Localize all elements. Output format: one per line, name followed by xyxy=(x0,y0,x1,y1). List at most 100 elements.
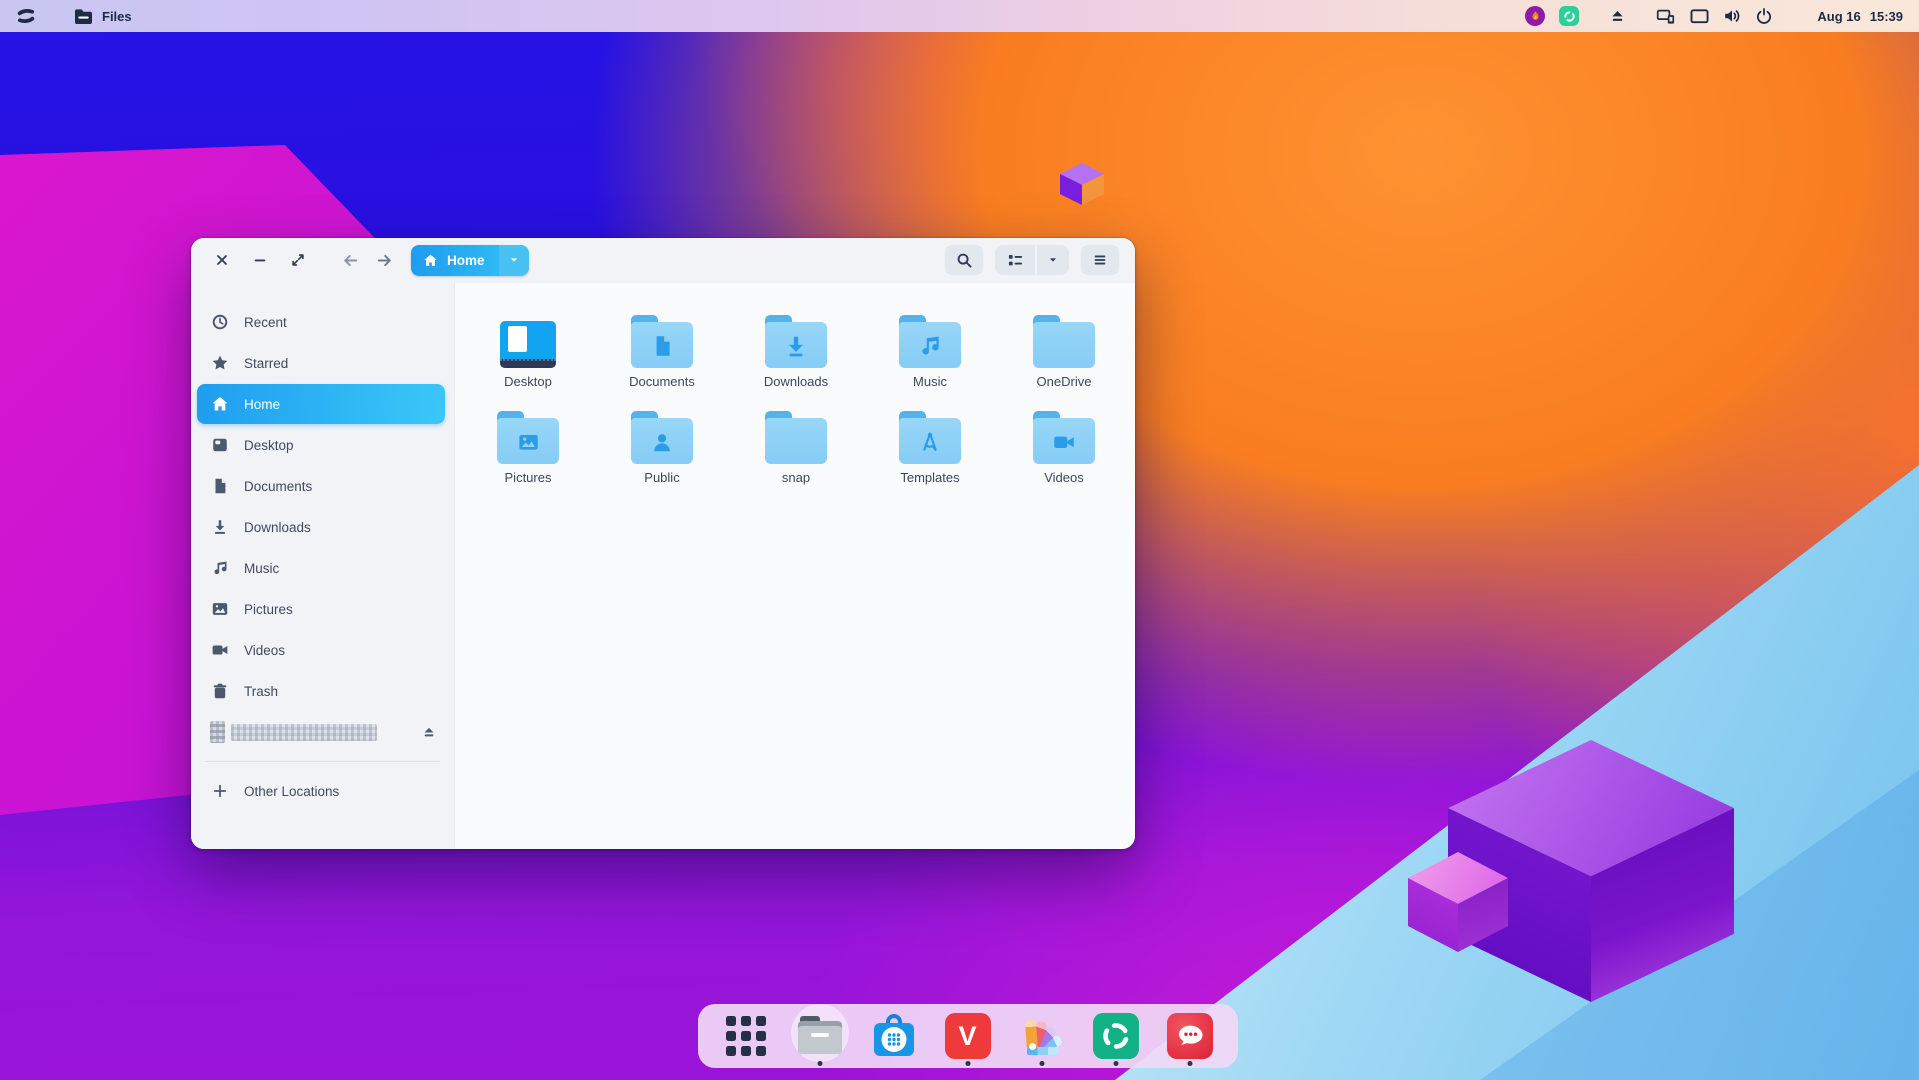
clock-time: 15:39 xyxy=(1869,8,1903,24)
sidebar-item-label: Other Locations xyxy=(244,783,340,799)
dock-vivaldi-button[interactable]: V xyxy=(944,1007,992,1066)
path-bar: Home xyxy=(411,244,529,276)
folder-music[interactable]: Music xyxy=(863,297,997,393)
chevron-down-icon xyxy=(510,258,517,262)
path-dropdown-button[interactable] xyxy=(498,244,529,276)
power-icon[interactable] xyxy=(1755,7,1773,25)
folder-icon xyxy=(899,315,961,368)
sidebar-item-trash[interactable]: Trash xyxy=(197,671,445,711)
sidebar-item-recent[interactable]: Recent xyxy=(197,302,445,342)
dock-files-button[interactable] xyxy=(790,1004,849,1066)
color-picker-icon xyxy=(1019,1013,1065,1059)
window-menu-button[interactable] xyxy=(1081,245,1119,275)
eject-icon xyxy=(424,727,434,736)
connect-indicator-icon[interactable] xyxy=(1559,6,1580,26)
folder-onedrive[interactable]: OneDrive xyxy=(997,297,1131,393)
download-icon xyxy=(210,517,230,537)
folder-videos[interactable]: Videos xyxy=(997,393,1131,489)
sidebar-item-home[interactable]: Home xyxy=(197,384,445,424)
sidebar-divider xyxy=(205,761,440,762)
download-glyph-icon xyxy=(789,336,803,357)
flame-indicator-icon[interactable] xyxy=(1525,6,1546,26)
sidebar-item-videos[interactable]: Videos xyxy=(197,630,445,670)
sidebar-item-label: Pictures xyxy=(244,601,293,617)
trash-icon xyxy=(210,681,230,701)
forward-button[interactable] xyxy=(369,245,399,275)
window-titlebar[interactable]: Home xyxy=(191,238,1135,282)
folder-pictures[interactable]: Pictures xyxy=(461,393,595,489)
document-glyph-icon xyxy=(656,336,670,356)
video-camera-icon xyxy=(210,640,230,660)
devices-icon[interactable] xyxy=(1656,7,1676,25)
sidebar-item-starred[interactable]: Starred xyxy=(197,343,445,383)
close-button[interactable] xyxy=(207,245,237,275)
places-sidebar: Recent Starred Home Desktop Documents Do… xyxy=(191,282,454,849)
folder-snap[interactable]: snap xyxy=(729,393,863,489)
folder-public[interactable]: Public xyxy=(595,393,729,489)
folder-label: Desktop xyxy=(504,374,552,389)
dock-app-grid-button[interactable] xyxy=(722,1007,770,1065)
folder-view[interactable]: Desktop Documents Downloads Music OneDri… xyxy=(454,282,1135,849)
search-icon xyxy=(957,253,971,267)
sidebar-item-label: Desktop xyxy=(244,437,294,453)
sidebar-item-label: Documents xyxy=(244,478,313,494)
vivaldi-browser-icon: V xyxy=(944,1013,991,1059)
dock-software-button[interactable] xyxy=(870,1007,918,1065)
folder-downloads[interactable]: Downloads xyxy=(729,297,863,393)
running-indicator-dot xyxy=(817,1061,822,1066)
folder-label: Public xyxy=(644,470,680,485)
clock-icon xyxy=(210,312,230,332)
star-icon xyxy=(210,353,230,373)
device-eject-button[interactable] xyxy=(415,718,443,746)
view-options-dropdown-button[interactable] xyxy=(1037,245,1069,275)
person-glyph-icon xyxy=(654,434,670,452)
sidebar-item-label: Recent xyxy=(244,314,287,330)
eject-icon[interactable] xyxy=(1609,8,1626,25)
forward-arrow-icon xyxy=(377,254,391,266)
display-icon[interactable] xyxy=(1690,8,1709,25)
sidebar-item-other-locations[interactable]: Other Locations xyxy=(197,771,445,811)
folder-documents[interactable]: Documents xyxy=(595,297,729,393)
zorin-menu-button[interactable] xyxy=(12,2,40,30)
sidebar-item-downloads[interactable]: Downloads xyxy=(197,507,445,547)
search-button[interactable] xyxy=(945,245,983,275)
maximize-button[interactable] xyxy=(283,245,313,275)
image-icon xyxy=(210,599,230,619)
folder-icon xyxy=(631,315,693,368)
sidebar-item-desktop[interactable]: Desktop xyxy=(197,425,445,465)
folder-icon xyxy=(1033,315,1095,368)
chat-app-icon xyxy=(1166,1013,1213,1059)
dock-chat-app-button[interactable] xyxy=(1166,1007,1214,1066)
dock-color-picker-button[interactable] xyxy=(1018,1007,1066,1066)
folder-icon xyxy=(899,411,961,464)
camera-glyph-icon xyxy=(1054,436,1074,448)
sidebar-item-music[interactable]: Music xyxy=(197,548,445,588)
path-button-label: Home xyxy=(447,252,485,268)
folder-label: Documents xyxy=(629,374,695,389)
folder-label: Pictures xyxy=(504,470,552,485)
home-icon xyxy=(424,254,437,266)
vivaldi-letter: V xyxy=(958,1020,977,1051)
focused-app-menu[interactable]: Files xyxy=(74,8,132,25)
document-icon xyxy=(210,476,230,496)
running-indicator-dot xyxy=(965,1061,970,1066)
clock-menu[interactable]: Aug 16 15:39 xyxy=(1817,9,1903,24)
sidebar-item-removable-device[interactable] xyxy=(197,712,445,752)
volume-icon[interactable] xyxy=(1723,7,1741,25)
list-view-button[interactable] xyxy=(995,245,1035,275)
dock: V xyxy=(697,1004,1238,1068)
hamburger-menu-icon xyxy=(1094,255,1106,265)
folder-desktop[interactable]: Desktop xyxy=(461,297,595,393)
sidebar-item-documents[interactable]: Documents xyxy=(197,466,445,506)
focused-app-title: Files xyxy=(102,8,132,24)
sidebar-item-pictures[interactable]: Pictures xyxy=(197,589,445,629)
sidebar-item-label: Downloads xyxy=(244,519,311,535)
path-button-home[interactable]: Home xyxy=(411,244,499,276)
folder-templates[interactable]: Templates xyxy=(863,393,997,489)
minimize-button[interactable] xyxy=(245,245,275,275)
folder-label: Templates xyxy=(900,470,960,485)
list-view-icon xyxy=(1008,254,1022,265)
dock-sync-app-button[interactable] xyxy=(1092,1007,1140,1066)
back-button[interactable] xyxy=(335,245,365,275)
sidebar-item-label: Home xyxy=(244,396,281,412)
